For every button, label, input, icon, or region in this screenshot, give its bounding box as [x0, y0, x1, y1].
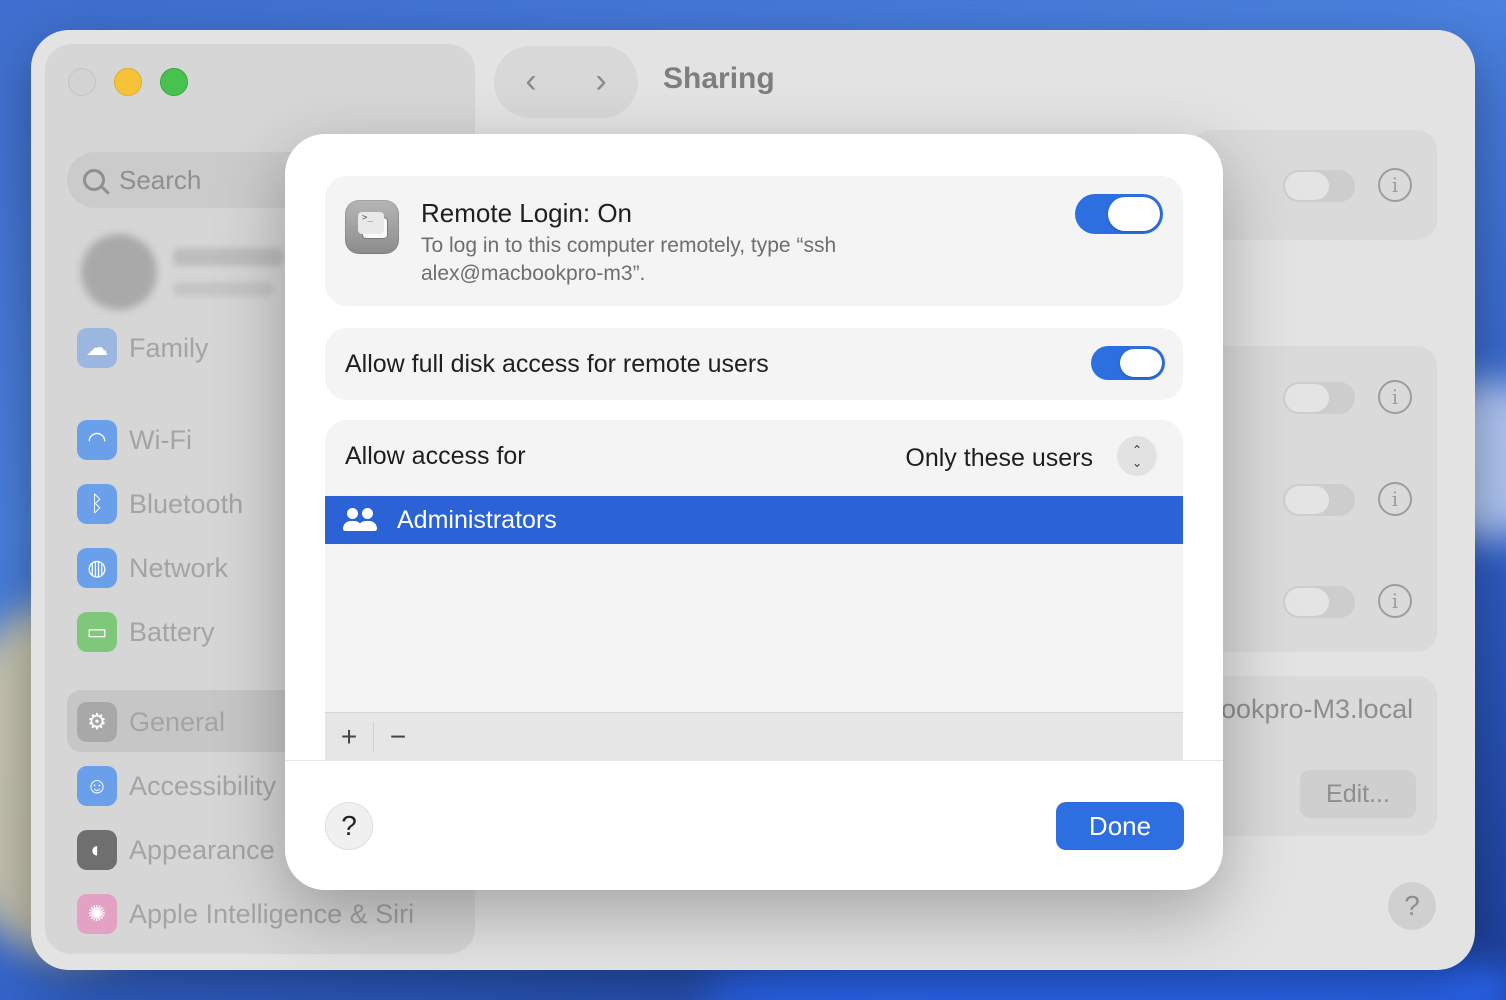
- sidebar-item-accessibility[interactable]: ☺ Accessibility: [77, 766, 276, 806]
- search-icon: [83, 169, 105, 191]
- sidebar-item-battery[interactable]: ▭ Battery: [77, 612, 215, 652]
- search-placeholder: Search: [119, 164, 202, 195]
- account-avatar[interactable]: [81, 234, 157, 310]
- allow-access-label: Allow access for: [345, 442, 526, 470]
- siri-icon: ✺: [77, 894, 117, 934]
- sidebar-item-label: Apple Intelligence & Siri: [129, 898, 415, 929]
- sidebar-item-label: Battery: [129, 616, 215, 647]
- info-icon[interactable]: i: [1378, 482, 1412, 516]
- full-disk-access-label: Allow full disk access for remote users: [345, 350, 769, 378]
- close-window-button[interactable]: [68, 68, 96, 96]
- sidebar-item-label: Wi-Fi: [129, 424, 192, 455]
- sidebar-item-family[interactable]: ☁ Family: [77, 328, 209, 368]
- sidebar-item-network[interactable]: ◍ Network: [77, 548, 228, 588]
- service-toggle[interactable]: [1283, 586, 1355, 618]
- window-title: Sharing: [663, 62, 775, 95]
- wifi-icon: ◠: [77, 420, 117, 460]
- info-icon[interactable]: i: [1378, 584, 1412, 618]
- remote-login-toggle[interactable]: [1075, 194, 1163, 234]
- remote-login-title: Remote Login: On: [421, 198, 633, 228]
- done-button[interactable]: Done: [1056, 802, 1184, 850]
- account-subtitle-blurred: [173, 282, 273, 296]
- edit-hostname-button[interactable]: Edit...: [1300, 770, 1416, 818]
- sidebar-item-label: Appearance: [129, 834, 275, 865]
- full-disk-access-group: Allow full disk access for remote users: [325, 328, 1183, 400]
- account-name-blurred: [173, 248, 283, 266]
- service-toggle[interactable]: [1283, 382, 1355, 414]
- sidebar-item-label: Family: [129, 332, 209, 363]
- globe-icon: ◍: [77, 548, 117, 588]
- sidebar-item-general[interactable]: ⚙ General: [77, 702, 225, 742]
- sidebar-item-label: General: [129, 706, 226, 737]
- sidebar-item-label: Network: [129, 552, 229, 583]
- list-item[interactable]: Administrators: [325, 496, 1183, 544]
- sidebar-item-wifi[interactable]: ◠ Wi-Fi: [77, 420, 192, 460]
- minimize-window-button[interactable]: [114, 68, 142, 96]
- sidebar-item-appearance[interactable]: ◐ Appearance: [77, 830, 275, 870]
- forward-button[interactable]: ›: [581, 62, 621, 101]
- help-button[interactable]: ?: [325, 802, 373, 850]
- sidebar-item-bluetooth[interactable]: ᛒ Bluetooth: [77, 484, 243, 524]
- zoom-window-button[interactable]: [160, 68, 188, 96]
- info-icon[interactable]: i: [1378, 380, 1412, 414]
- window-help-button[interactable]: ?: [1388, 882, 1436, 930]
- appearance-icon: ◐: [77, 830, 117, 870]
- allow-access-group: Allow access for Only these users ⌃ ⌃ Adm…: [325, 420, 1183, 760]
- sidebar-item-siri[interactable]: ✺ Apple Intelligence & Siri: [77, 894, 414, 934]
- back-button[interactable]: ‹: [511, 62, 551, 101]
- full-disk-access-toggle[interactable]: [1091, 346, 1165, 380]
- local-hostname: ookpro-M3.local: [1221, 694, 1414, 724]
- remove-user-button[interactable]: −: [374, 713, 422, 761]
- family-icon: ☁: [77, 328, 117, 368]
- accessibility-icon: ☺: [77, 766, 117, 806]
- terminal-prompt-glyph: >_: [362, 213, 373, 223]
- battery-icon: ▭: [77, 612, 117, 652]
- sheet-divider: [285, 760, 1223, 761]
- info-icon[interactable]: i: [1378, 168, 1412, 202]
- service-toggle[interactable]: [1283, 170, 1355, 202]
- remote-login-sheet: >_ Remote Login: On To log in to this co…: [285, 134, 1223, 890]
- sidebar-item-label: Bluetooth: [129, 488, 244, 519]
- list-toolbar: + −: [325, 712, 1183, 760]
- service-toggle[interactable]: [1283, 484, 1355, 516]
- bluetooth-icon: ᛒ: [77, 484, 117, 524]
- users-list[interactable]: Administrators: [325, 496, 1183, 712]
- add-user-button[interactable]: +: [325, 713, 373, 761]
- gear-icon: ⚙: [77, 702, 117, 742]
- remote-login-description: To log in to this computer remotely, typ…: [421, 234, 837, 285]
- terminal-icon: >_: [345, 200, 399, 254]
- sidebar-item-label: Accessibility: [129, 770, 277, 801]
- remote-login-group: >_ Remote Login: On To log in to this co…: [325, 176, 1183, 306]
- allow-access-popup[interactable]: Only these users: [905, 444, 1093, 473]
- user-name: Administrators: [397, 505, 557, 534]
- chevron-updown-icon[interactable]: ⌃ ⌃: [1117, 436, 1157, 476]
- users-group-icon: [343, 508, 379, 532]
